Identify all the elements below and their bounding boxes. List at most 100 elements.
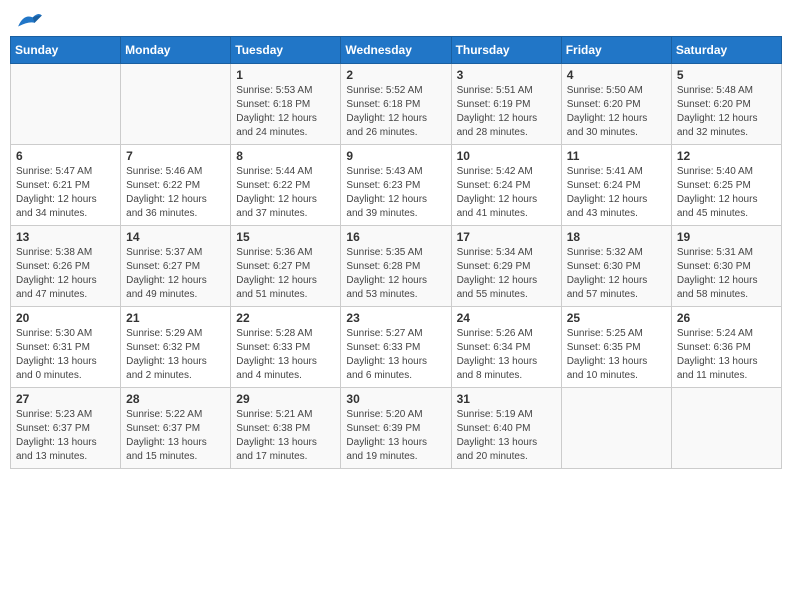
calendar-cell: 1 Sunrise: 5:53 AM Sunset: 6:18 PM Daylig… bbox=[231, 64, 341, 145]
calendar-cell: 29 Sunrise: 5:21 AM Sunset: 6:38 PM Dayli… bbox=[231, 388, 341, 469]
day-number: 7 bbox=[126, 149, 225, 163]
day-info: Sunrise: 5:42 AM Sunset: 6:24 PM Dayligh… bbox=[457, 165, 556, 221]
calendar-cell: 12Sunrise: 5:40 AM Sunset: 6:25 PM Dayli… bbox=[671, 145, 781, 226]
day-number: 22 bbox=[236, 311, 335, 325]
calendar-cell: 3 Sunrise: 5:51 AM Sunset: 6:19 PM Daylig… bbox=[451, 64, 561, 145]
day-number: 17 bbox=[457, 230, 556, 244]
calendar-cell: 2Sunrise: 5:52 AM Sunset: 6:18 PM Daylig… bbox=[341, 64, 451, 145]
day-number: 21 bbox=[126, 311, 225, 325]
page-header bbox=[10, 10, 782, 28]
day-number: 29 bbox=[236, 392, 335, 406]
calendar-cell: 9 Sunrise: 5:43 AM Sunset: 6:23 PM Daylig… bbox=[341, 145, 451, 226]
day-info: Sunrise: 5:20 AM Sunset: 6:39 PM Dayligh… bbox=[346, 408, 445, 464]
day-info: Sunrise: 5:38 AM Sunset: 6:26 PM Dayligh… bbox=[16, 246, 115, 302]
calendar-cell: 15Sunrise: 5:36 AM Sunset: 6:27 PM Dayli… bbox=[231, 226, 341, 307]
day-info: Sunrise: 5:23 AM Sunset: 6:37 PM Dayligh… bbox=[16, 408, 115, 464]
day-number: 19 bbox=[677, 230, 776, 244]
calendar-cell: 19 Sunrise: 5:31 AM Sunset: 6:30 PM Dayli… bbox=[671, 226, 781, 307]
calendar-cell bbox=[671, 388, 781, 469]
day-number: 3 bbox=[457, 68, 556, 82]
calendar-cell: 28 Sunrise: 5:22 AM Sunset: 6:37 PM Dayli… bbox=[121, 388, 231, 469]
day-number: 4 bbox=[567, 68, 666, 82]
calendar-cell: 14 Sunrise: 5:37 AM Sunset: 6:27 PM Dayli… bbox=[121, 226, 231, 307]
calendar-cell: 11Sunrise: 5:41 AM Sunset: 6:24 PM Dayli… bbox=[561, 145, 671, 226]
day-of-week-header: Sunday bbox=[11, 37, 121, 64]
day-number: 23 bbox=[346, 311, 445, 325]
day-number: 6 bbox=[16, 149, 115, 163]
day-number: 26 bbox=[677, 311, 776, 325]
calendar-cell: 20 Sunrise: 5:30 AM Sunset: 6:31 PM Dayli… bbox=[11, 307, 121, 388]
day-of-week-header: Monday bbox=[121, 37, 231, 64]
day-info: Sunrise: 5:19 AM Sunset: 6:40 PM Dayligh… bbox=[457, 408, 556, 464]
day-number: 20 bbox=[16, 311, 115, 325]
calendar-cell: 8 Sunrise: 5:44 AM Sunset: 6:22 PM Daylig… bbox=[231, 145, 341, 226]
calendar-cell: 7 Sunrise: 5:46 AM Sunset: 6:22 PM Daylig… bbox=[121, 145, 231, 226]
calendar-cell: 23 Sunrise: 5:27 AM Sunset: 6:33 PM Dayli… bbox=[341, 307, 451, 388]
day-info: Sunrise: 5:34 AM Sunset: 6:29 PM Dayligh… bbox=[457, 246, 556, 302]
day-info: Sunrise: 5:43 AM Sunset: 6:23 PM Dayligh… bbox=[346, 165, 445, 221]
day-number: 27 bbox=[16, 392, 115, 406]
calendar-cell bbox=[11, 64, 121, 145]
day-info: Sunrise: 5:53 AM Sunset: 6:18 PM Dayligh… bbox=[236, 84, 335, 140]
calendar-cell: 4 Sunrise: 5:50 AM Sunset: 6:20 PM Daylig… bbox=[561, 64, 671, 145]
day-info: Sunrise: 5:29 AM Sunset: 6:32 PM Dayligh… bbox=[126, 327, 225, 383]
day-info: Sunrise: 5:30 AM Sunset: 6:31 PM Dayligh… bbox=[16, 327, 115, 383]
day-number: 16 bbox=[346, 230, 445, 244]
day-number: 14 bbox=[126, 230, 225, 244]
day-number: 24 bbox=[457, 311, 556, 325]
day-number: 30 bbox=[346, 392, 445, 406]
calendar-cell: 17 Sunrise: 5:34 AM Sunset: 6:29 PM Dayli… bbox=[451, 226, 561, 307]
day-info: Sunrise: 5:22 AM Sunset: 6:37 PM Dayligh… bbox=[126, 408, 225, 464]
day-info: Sunrise: 5:44 AM Sunset: 6:22 PM Dayligh… bbox=[236, 165, 335, 221]
calendar-cell: 22Sunrise: 5:28 AM Sunset: 6:33 PM Dayli… bbox=[231, 307, 341, 388]
day-info: Sunrise: 5:37 AM Sunset: 6:27 PM Dayligh… bbox=[126, 246, 225, 302]
day-of-week-header: Saturday bbox=[671, 37, 781, 64]
day-number: 31 bbox=[457, 392, 556, 406]
calendar-cell: 31 Sunrise: 5:19 AM Sunset: 6:40 PM Dayli… bbox=[451, 388, 561, 469]
calendar-cell: 25 Sunrise: 5:25 AM Sunset: 6:35 PM Dayli… bbox=[561, 307, 671, 388]
day-info: Sunrise: 5:24 AM Sunset: 6:36 PM Dayligh… bbox=[677, 327, 776, 383]
calendar-cell: 30 Sunrise: 5:20 AM Sunset: 6:39 PM Dayli… bbox=[341, 388, 451, 469]
day-number: 28 bbox=[126, 392, 225, 406]
day-info: Sunrise: 5:27 AM Sunset: 6:33 PM Dayligh… bbox=[346, 327, 445, 383]
day-info: Sunrise: 5:21 AM Sunset: 6:38 PM Dayligh… bbox=[236, 408, 335, 464]
day-info: Sunrise: 5:51 AM Sunset: 6:19 PM Dayligh… bbox=[457, 84, 556, 140]
calendar-cell: 27 Sunrise: 5:23 AM Sunset: 6:37 PM Dayli… bbox=[11, 388, 121, 469]
day-info: Sunrise: 5:36 AM Sunset: 6:27 PM Dayligh… bbox=[236, 246, 335, 302]
calendar-cell: 10 Sunrise: 5:42 AM Sunset: 6:24 PM Dayli… bbox=[451, 145, 561, 226]
day-info: Sunrise: 5:52 AM Sunset: 6:18 PM Dayligh… bbox=[346, 84, 445, 140]
calendar-cell: 18 Sunrise: 5:32 AM Sunset: 6:30 PM Dayli… bbox=[561, 226, 671, 307]
day-number: 5 bbox=[677, 68, 776, 82]
calendar-table: SundayMondayTuesdayWednesdayThursdayFrid… bbox=[10, 36, 782, 469]
calendar-cell: 24Sunrise: 5:26 AM Sunset: 6:34 PM Dayli… bbox=[451, 307, 561, 388]
day-info: Sunrise: 5:32 AM Sunset: 6:30 PM Dayligh… bbox=[567, 246, 666, 302]
calendar-cell: 21 Sunrise: 5:29 AM Sunset: 6:32 PM Dayli… bbox=[121, 307, 231, 388]
logo bbox=[14, 10, 44, 28]
day-number: 11 bbox=[567, 149, 666, 163]
day-number: 1 bbox=[236, 68, 335, 82]
day-of-week-header: Tuesday bbox=[231, 37, 341, 64]
day-info: Sunrise: 5:46 AM Sunset: 6:22 PM Dayligh… bbox=[126, 165, 225, 221]
day-number: 13 bbox=[16, 230, 115, 244]
day-number: 25 bbox=[567, 311, 666, 325]
calendar-cell: 16Sunrise: 5:35 AM Sunset: 6:28 PM Dayli… bbox=[341, 226, 451, 307]
calendar-cell: 6 Sunrise: 5:47 AM Sunset: 6:21 PM Daylig… bbox=[11, 145, 121, 226]
day-number: 10 bbox=[457, 149, 556, 163]
day-of-week-header: Friday bbox=[561, 37, 671, 64]
day-number: 12 bbox=[677, 149, 776, 163]
day-of-week-header: Thursday bbox=[451, 37, 561, 64]
calendar-cell bbox=[561, 388, 671, 469]
day-number: 18 bbox=[567, 230, 666, 244]
day-number: 8 bbox=[236, 149, 335, 163]
day-info: Sunrise: 5:47 AM Sunset: 6:21 PM Dayligh… bbox=[16, 165, 115, 221]
day-info: Sunrise: 5:31 AM Sunset: 6:30 PM Dayligh… bbox=[677, 246, 776, 302]
day-info: Sunrise: 5:25 AM Sunset: 6:35 PM Dayligh… bbox=[567, 327, 666, 383]
day-of-week-header: Wednesday bbox=[341, 37, 451, 64]
calendar-cell: 13 Sunrise: 5:38 AM Sunset: 6:26 PM Dayli… bbox=[11, 226, 121, 307]
calendar-cell bbox=[121, 64, 231, 145]
day-number: 9 bbox=[346, 149, 445, 163]
day-info: Sunrise: 5:48 AM Sunset: 6:20 PM Dayligh… bbox=[677, 84, 776, 140]
calendar-cell: 26 Sunrise: 5:24 AM Sunset: 6:36 PM Dayli… bbox=[671, 307, 781, 388]
logo-bird-icon bbox=[16, 10, 44, 32]
day-info: Sunrise: 5:50 AM Sunset: 6:20 PM Dayligh… bbox=[567, 84, 666, 140]
